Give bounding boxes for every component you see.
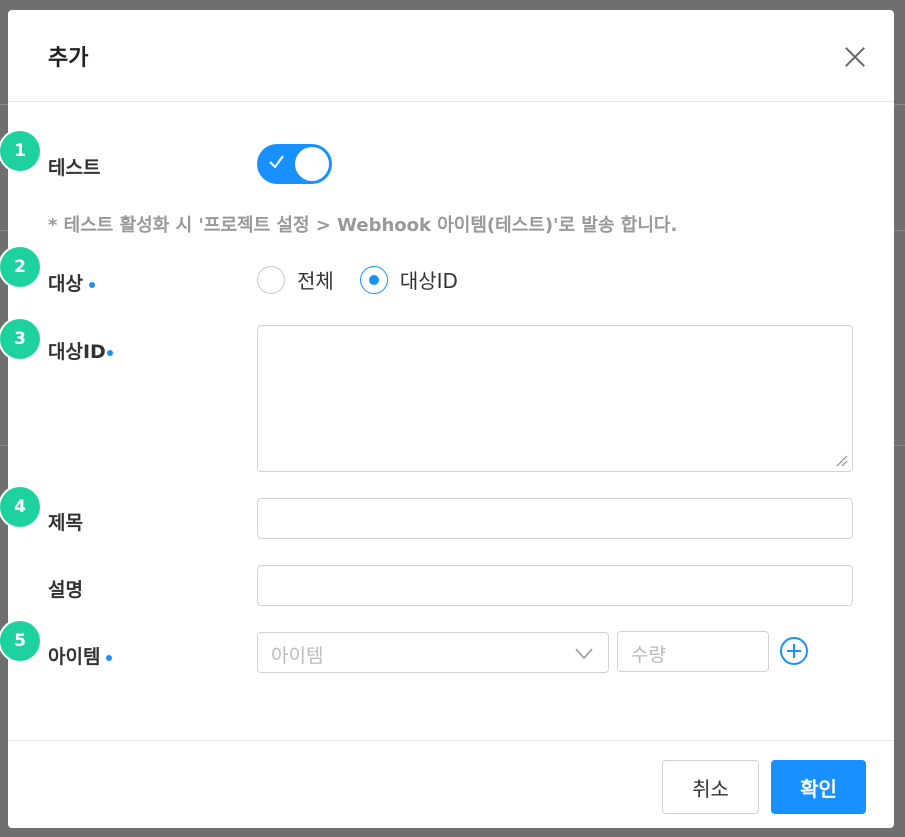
chevron-down-icon — [575, 648, 593, 660]
item-select[interactable]: 아이템 — [257, 632, 609, 673]
step-badge-3: 3 — [0, 319, 40, 359]
radio-all-label: 전체 — [297, 269, 334, 293]
item-label: 아이템 — [48, 642, 113, 669]
item-label-text: 아이템 — [48, 646, 101, 668]
radio-target-id-circle[interactable] — [359, 265, 388, 294]
dialog-footer: 취소 확인 — [8, 740, 894, 828]
target-id-textarea[interactable] — [257, 325, 853, 472]
required-dot-icon — [106, 654, 113, 661]
quantity-input[interactable]: 수량 — [617, 631, 769, 672]
check-icon — [269, 155, 284, 169]
step-badge-1: 1 — [0, 131, 40, 171]
description-input[interactable] — [257, 565, 853, 606]
description-label: 설명 — [48, 579, 83, 601]
step-badge-2: 2 — [0, 247, 40, 287]
add-dialog: 추가 테스트 * 테스트 활성화 시 '프로젝트 설정 > Webhook 아이… — [8, 10, 894, 828]
test-hint: * 테스트 활성화 시 '프로젝트 설정 > Webhook 아이템(테스트)'… — [48, 215, 678, 236]
radio-target-id-label: 대상ID — [399, 269, 458, 293]
target-id-label-text: 대상ID — [48, 341, 106, 363]
subject-label: 제목 — [48, 512, 83, 534]
radio-all-circle[interactable] — [257, 265, 285, 294]
radio-target-id[interactable]: 대상ID — [359, 265, 458, 294]
target-id-label: 대상ID — [48, 337, 113, 364]
toggle-knob — [295, 147, 329, 181]
radio-all[interactable]: 전체 — [257, 265, 334, 294]
target-radio-group: 전체 대상ID — [257, 265, 484, 294]
quantity-placeholder: 수량 — [631, 644, 666, 666]
test-label: 테스트 — [48, 157, 101, 179]
required-dot-icon — [88, 281, 95, 288]
target-label-text: 대상 — [48, 273, 83, 295]
resize-handle-icon[interactable] — [834, 453, 848, 467]
add-item-plus-icon[interactable] — [779, 636, 809, 666]
subject-input[interactable] — [257, 498, 853, 539]
item-select-placeholder: 아이템 — [271, 645, 324, 667]
confirm-button[interactable]: 확인 — [771, 760, 866, 814]
cancel-button[interactable]: 취소 — [662, 760, 759, 814]
step-badge-5: 5 — [0, 621, 40, 661]
test-toggle[interactable] — [257, 144, 332, 184]
step-badge-4: 4 — [0, 487, 40, 527]
dialog-title: 추가 — [48, 46, 89, 71]
dialog-header: 추가 — [8, 10, 894, 102]
target-label: 대상 — [48, 269, 95, 296]
required-dot-icon — [106, 349, 113, 356]
close-icon[interactable] — [844, 46, 866, 68]
